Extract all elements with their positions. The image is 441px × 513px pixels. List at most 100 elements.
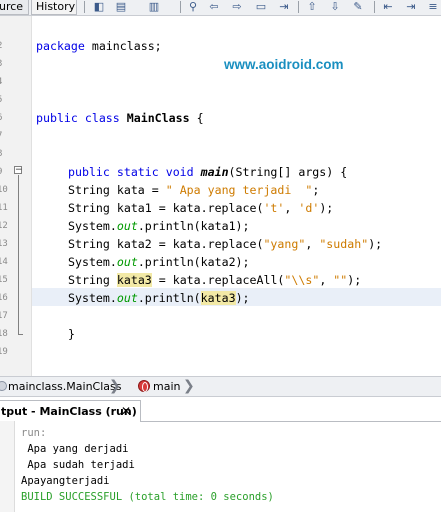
string-literal: "\\s" <box>284 273 320 287</box>
output-tab-label: tput - MainClass (run) <box>1 405 137 418</box>
line-number: 11 <box>0 203 8 213</box>
keyword-modifiers: public static void <box>68 165 201 179</box>
code-text: ); <box>319 201 334 215</box>
code-line-main[interactable]: public static void main(String[] args) { <box>68 165 347 179</box>
highlighted-variable: kata3 <box>200 291 236 305</box>
char-literal: 't' <box>263 201 285 215</box>
char-literal: 'd' <box>298 201 320 215</box>
code-line-kata2[interactable]: String kata2 = kata.replace("yang", "sud… <box>68 237 382 251</box>
line-number: 3 <box>0 59 7 69</box>
bookmark-icon[interactable]: ✎ <box>351 0 365 13</box>
line-number: 10 <box>0 185 8 195</box>
method-icon <box>138 380 150 392</box>
breadcrumb: mainclass.MainClass ❯ main ❯ <box>0 376 441 397</box>
code-text: String kata2 = kata.replace( <box>68 237 264 251</box>
output-gutter <box>0 421 15 512</box>
string-literal: " Apa yang terjadi " <box>165 183 313 197</box>
string-literal: "" <box>333 273 348 287</box>
static-field-out: out <box>116 219 138 233</box>
tab-output[interactable]: tput - MainClass (run) ✕ <box>0 400 141 422</box>
code-text: , <box>284 201 299 215</box>
forward-icon[interactable]: ▤ <box>114 0 128 13</box>
back-icon[interactable]: ◧ <box>92 0 106 13</box>
code-line-kata[interactable]: String kata = " Apa yang terjadi "; <box>68 183 319 197</box>
output-line: Apayangterjadi <box>21 475 110 487</box>
code-text: ); <box>347 273 362 287</box>
class-brace: { <box>189 111 204 125</box>
line-number: 5 <box>0 95 7 105</box>
chevron-right-icon: ❯ <box>109 378 121 394</box>
code-line-kata1[interactable]: String kata1 = kata.replace('t', 'd'); <box>68 201 333 215</box>
search-icon[interactable]: ⚲ <box>186 0 200 13</box>
toolbar-separator <box>84 1 85 13</box>
code-line-class[interactable]: public class MainClass { <box>36 111 204 125</box>
close-icon[interactable]: ✕ <box>121 404 131 418</box>
shift-right-icon[interactable]: ⇥ <box>404 0 418 13</box>
output-line: Apa sudah terjadi <box>21 459 135 471</box>
keyword-public: public <box>36 111 78 125</box>
line-number: 4 <box>0 77 7 87</box>
line-number: 18 <box>0 329 8 339</box>
string-literal: "sudah" <box>319 237 369 251</box>
line-number: 15 <box>0 275 8 285</box>
line-number: 2 <box>0 41 7 51</box>
code-text: .println( <box>137 291 201 305</box>
line-number: 13 <box>0 239 8 249</box>
code-text: .println(kata1); <box>137 219 250 233</box>
breadcrumb-method[interactable]: main <box>153 380 180 393</box>
down-icon[interactable]: ⇩ <box>328 0 342 13</box>
code-text: String <box>68 273 117 287</box>
fold-guide <box>18 175 19 334</box>
editor-gutter <box>0 16 32 378</box>
fold-guide-end <box>18 334 23 335</box>
line-number: 9 <box>0 167 7 177</box>
code-line-package[interactable]: package mainclass; <box>36 39 162 53</box>
watermark-text: www.aoidroid.com <box>224 57 344 72</box>
fold-collapse-icon[interactable]: − <box>14 166 23 175</box>
line-number: 8 <box>0 149 7 159</box>
code-line-kata3[interactable]: String kata3 = kata.replaceAll("\\s", ""… <box>68 273 361 287</box>
keyword-class: class <box>77 111 127 125</box>
shift-left-icon[interactable]: ⇤ <box>381 0 395 13</box>
step-icon[interactable]: ⇥ <box>277 0 291 13</box>
method-name-main: main <box>200 165 229 179</box>
code-text: String kata1 = kata.replace( <box>68 201 264 215</box>
package-name: mainclass; <box>84 39 162 53</box>
code-text: ); <box>368 237 383 251</box>
next-icon[interactable]: ⇨ <box>230 0 244 13</box>
code-line-println-kata1[interactable]: System.out.println(kata1); <box>68 219 250 233</box>
toggle-icon[interactable]: ▭ <box>254 0 268 13</box>
code-line-println-kata2[interactable]: System.out.println(kata2); <box>68 255 250 269</box>
code-text: System. <box>68 291 117 305</box>
output-line: Apa yang derjadi <box>21 443 129 455</box>
highlighted-variable: kata3 <box>116 273 152 287</box>
tab-source[interactable]: urce <box>0 0 29 15</box>
static-field-out: out <box>116 291 138 305</box>
class-icon <box>0 381 7 391</box>
code-text: String kata = <box>68 183 166 197</box>
up-icon[interactable]: ⇧ <box>305 0 319 13</box>
main-params: (String[] args) { <box>228 165 348 179</box>
toolbar-separator <box>298 1 299 13</box>
line-number: 16 <box>0 293 8 303</box>
output-build-status: BUILD SUCCESSFUL (total time: 0 seconds) <box>21 491 274 503</box>
history-icon[interactable]: ▥ <box>147 0 161 13</box>
code-text: .println(kata2); <box>137 255 250 269</box>
code-line-close-brace[interactable]: } <box>68 327 75 341</box>
code-text: ; <box>312 183 320 197</box>
class-name: MainClass <box>126 111 190 125</box>
prev-icon[interactable]: ⇦ <box>207 0 221 13</box>
breadcrumb-class[interactable]: mainclass.MainClass <box>8 380 122 393</box>
string-literal: "yang" <box>263 237 306 251</box>
editor-toolbar: urce History ◧ ▤ ▥ ⚲ ⇦ ⇨ ▭ ⇥ ⇧ ⇩ ✎ ⇤ ⇥ ≡ <box>0 0 441 16</box>
code-text: = kata.replaceAll( <box>151 273 285 287</box>
toolbar-separator <box>180 1 181 13</box>
line-number: 14 <box>0 257 8 267</box>
chevron-right-icon: ❯ <box>183 378 195 394</box>
line-number: 12 <box>0 221 8 231</box>
tab-history[interactable]: History <box>31 0 77 15</box>
toolbar-separator <box>374 1 375 13</box>
output-run-line: run: <box>21 427 47 439</box>
format-icon[interactable]: ≡ <box>426 0 440 13</box>
code-line-println-kata3[interactable]: System.out.println(kata3); <box>68 291 250 305</box>
